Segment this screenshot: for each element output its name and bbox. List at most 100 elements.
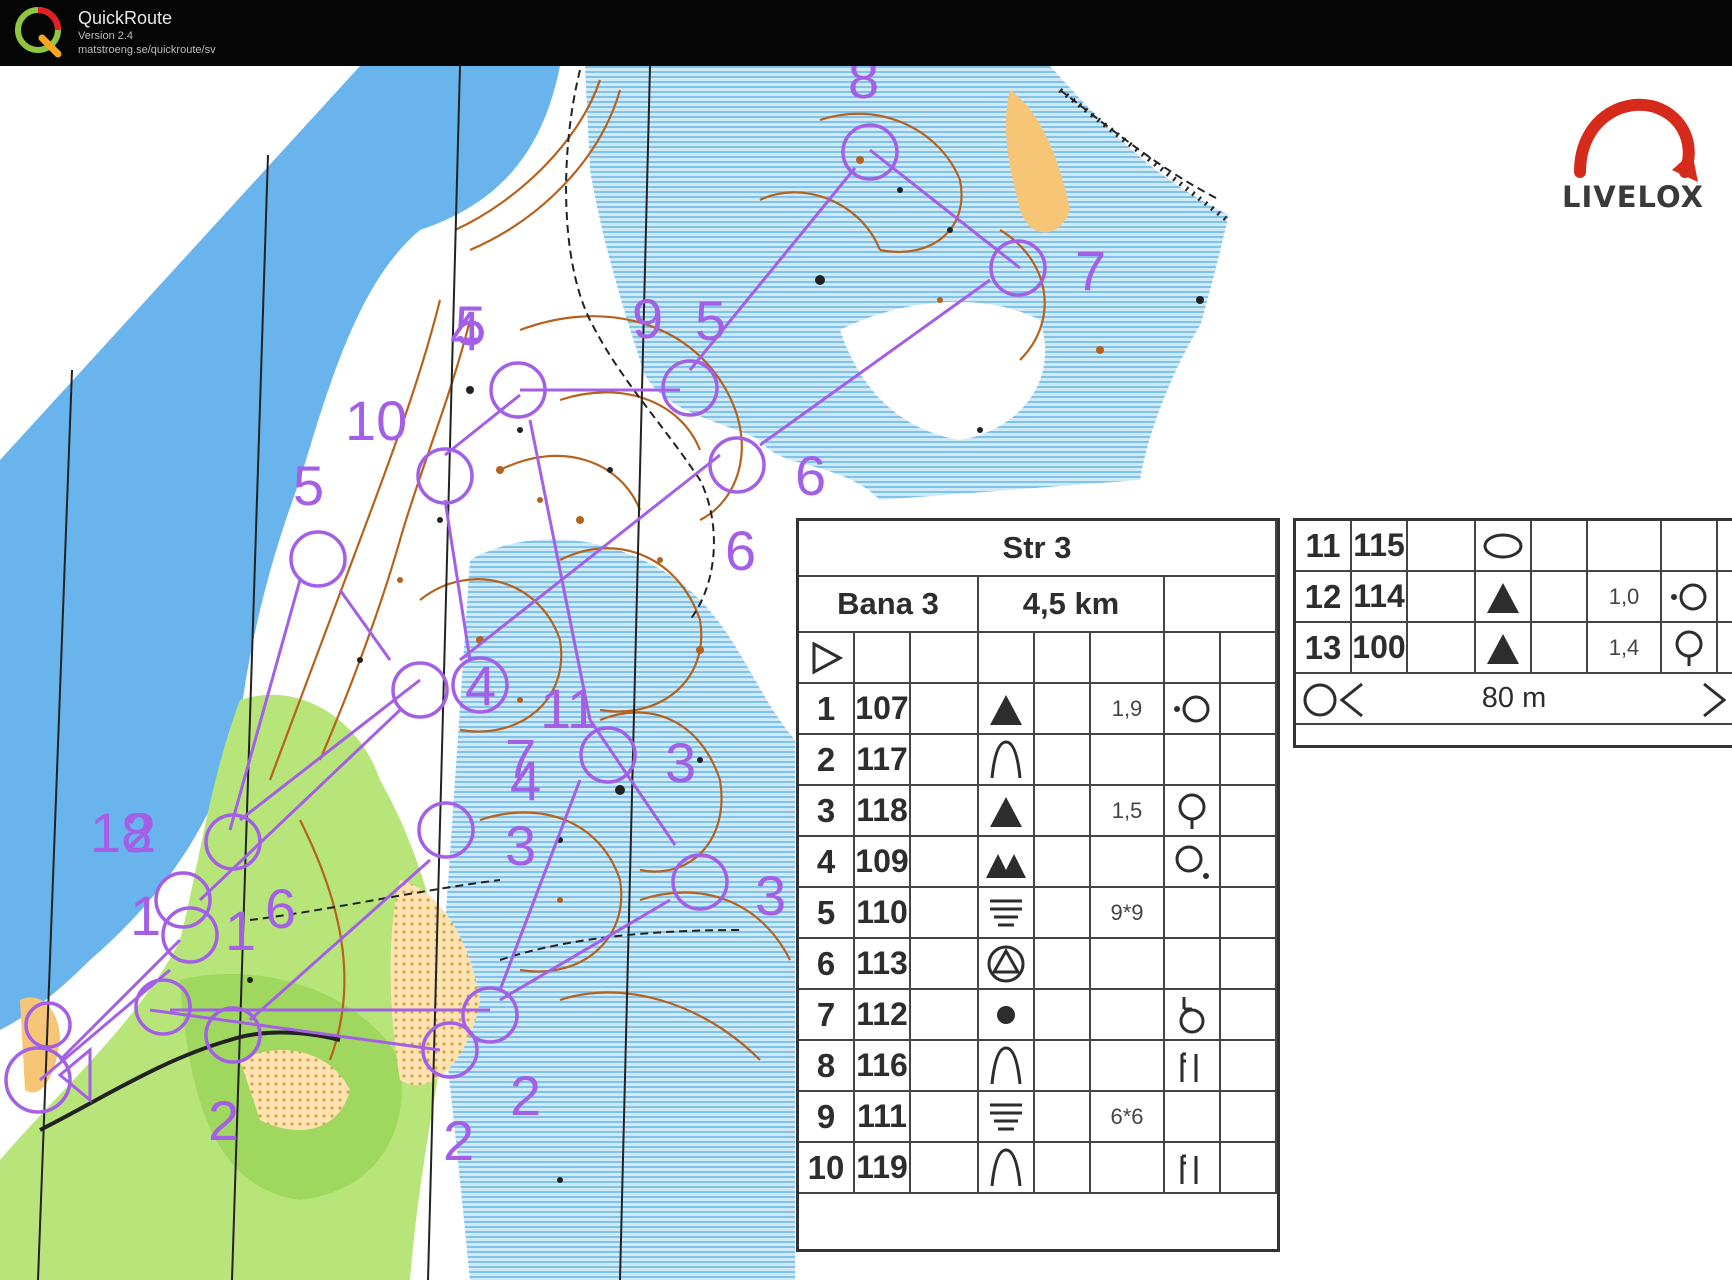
empty-cell <box>855 633 911 684</box>
map-label: 4 <box>510 749 541 812</box>
control-number: 5 <box>799 888 855 939</box>
detail-symbol-icon <box>1165 684 1221 735</box>
feature-symbol-icon <box>979 1092 1035 1143</box>
dimension <box>1091 1041 1165 1092</box>
column-c <box>911 684 979 735</box>
control-code: 114 <box>1352 572 1408 623</box>
column-c <box>911 1092 979 1143</box>
quickroute-logo-icon <box>15 7 62 58</box>
control-code: 113 <box>855 939 911 990</box>
dimension <box>1091 990 1165 1041</box>
column-h <box>1221 1143 1277 1194</box>
app-url: matstroeng.se/quickroute/sv <box>78 44 216 56</box>
column-e <box>1532 572 1588 623</box>
map-label: 6 <box>725 519 756 582</box>
detail-symbol-icon <box>1165 837 1221 888</box>
column-c <box>911 888 979 939</box>
feature-symbol-icon <box>979 990 1035 1041</box>
map-label: 8 <box>848 66 879 110</box>
feature-symbol-icon <box>1476 623 1532 674</box>
map-label: 2 <box>443 1109 474 1172</box>
livelox-wordmark: LIVELOX <box>1562 180 1704 214</box>
dimension: 6*6 <box>1091 1092 1165 1143</box>
detail-symbol-icon <box>1165 939 1221 990</box>
feature-symbol-icon <box>979 1041 1035 1092</box>
column-h <box>1221 939 1277 990</box>
column-e <box>1035 888 1091 939</box>
control-code: 112 <box>855 990 911 1041</box>
control-number: 1 <box>799 684 855 735</box>
column-c <box>1408 623 1476 674</box>
app-version: Version 2.4 <box>78 30 134 42</box>
finish-arrow-icon <box>1703 682 1727 718</box>
detail-symbol-icon <box>1165 786 1221 837</box>
dimension <box>1091 735 1165 786</box>
control-number: 7 <box>799 990 855 1041</box>
empty-cell <box>979 633 1035 684</box>
map-label: 3 <box>665 731 696 794</box>
column-e <box>1035 1092 1091 1143</box>
dimension: 1,5 <box>1091 786 1165 837</box>
event-title: Str 3 <box>799 521 1277 577</box>
column-e <box>1035 786 1091 837</box>
map-label: 5 <box>293 454 324 517</box>
control-number: 2 <box>799 735 855 786</box>
column-c <box>911 735 979 786</box>
dimension <box>1091 1143 1165 1194</box>
map-label: 11 <box>540 677 598 740</box>
column-h <box>1221 684 1277 735</box>
column-c <box>911 1143 979 1194</box>
column-h <box>1718 521 1732 572</box>
feature-symbol-icon <box>1476 521 1532 572</box>
detail-symbol-icon <box>1165 1143 1221 1194</box>
map-label: 9 <box>632 287 663 350</box>
control-code: 115 <box>1352 521 1408 572</box>
map-label: 10 <box>345 389 407 452</box>
control-code: 109 <box>855 837 911 888</box>
empty-cell <box>1165 633 1221 684</box>
column-h <box>1221 837 1277 888</box>
map-label: 2 <box>125 801 156 864</box>
control-code: 118 <box>855 786 911 837</box>
start-triangle-icon <box>799 633 855 684</box>
empty-cell <box>1221 633 1277 684</box>
detail-symbol-icon <box>1165 888 1221 939</box>
column-h <box>1221 735 1277 786</box>
control-number: 12 <box>1296 572 1352 623</box>
map-label: 1 <box>130 884 161 947</box>
control-number: 9 <box>799 1092 855 1143</box>
control-number: 4 <box>799 837 855 888</box>
column-h <box>1221 990 1277 1041</box>
column-h <box>1221 786 1277 837</box>
dimension <box>1588 521 1662 572</box>
detail-symbol-icon <box>1165 1041 1221 1092</box>
title-bar: QuickRoute Version 2.4 matstroeng.se/qui… <box>0 0 1732 66</box>
control-number: 8 <box>799 1041 855 1092</box>
map-label: 5 <box>695 289 726 352</box>
column-e <box>1532 521 1588 572</box>
map-label: 7 <box>1075 239 1106 302</box>
column-h <box>1221 1092 1277 1143</box>
column-e <box>1035 939 1091 990</box>
column-c <box>1408 572 1476 623</box>
map-label: 1 <box>225 899 256 962</box>
column-e <box>1035 684 1091 735</box>
dimension <box>1091 837 1165 888</box>
column-e <box>1035 1041 1091 1092</box>
column-h <box>1221 1041 1277 1092</box>
column-h <box>1718 572 1732 623</box>
control-number: 6 <box>799 939 855 990</box>
column-c <box>911 939 979 990</box>
feature-symbol-icon <box>979 837 1035 888</box>
detail-symbol-icon <box>1165 990 1221 1041</box>
map-label: 4 <box>465 654 496 717</box>
empty-header-cell <box>1165 577 1277 633</box>
dimension: 9*9 <box>1091 888 1165 939</box>
map-label: 2 <box>208 1089 239 1152</box>
column-c <box>1408 521 1476 572</box>
map-label: 2 <box>510 1064 541 1127</box>
detail-symbol-icon <box>1662 521 1718 572</box>
course-name: Bana 3 <box>799 577 979 633</box>
column-c <box>911 786 979 837</box>
control-number: 11 <box>1296 521 1352 572</box>
